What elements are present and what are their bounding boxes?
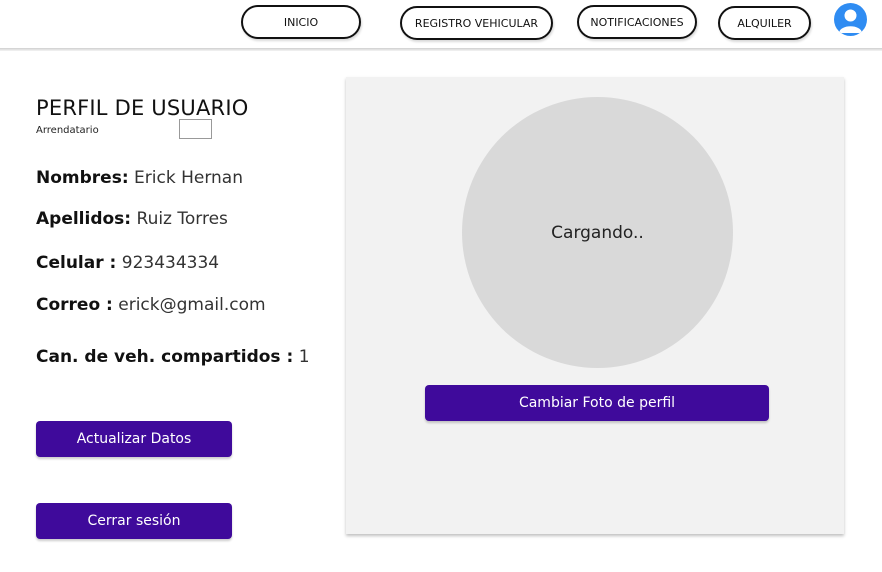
field-vehiculos-compartidos-label: Can. de veh. compartidos : [36,347,294,367]
user-avatar-icon[interactable] [834,3,867,36]
field-celular: Celular : 923434334 [36,253,219,273]
nav-inicio-button[interactable]: INICIO [241,5,361,39]
change-photo-button[interactable]: Cambiar Foto de perfil [425,385,769,421]
field-apellidos-value: Ruiz Torres [136,209,228,229]
nav-alquiler-button[interactable]: ALQUILER [718,6,811,40]
page-title: PERFIL DE USUARIO [36,96,249,120]
profile-photo-placeholder: Cargando.. [462,97,733,368]
nav-notificaciones-button[interactable]: NOTIFICACIONES [577,5,697,39]
field-celular-value: 923434334 [121,253,220,273]
field-vehiculos-compartidos: Can. de veh. compartidos : 1 [36,347,310,367]
update-data-button[interactable]: Actualizar Datos [36,421,232,457]
role-box [179,119,212,139]
field-nombres: Nombres: Erick Hernan [36,168,243,188]
field-celular-label: Celular : [36,253,117,273]
field-correo-value: erick@gmail.com [118,295,266,315]
user-role-label: Arrendatario [36,125,99,136]
field-vehiculos-compartidos-value: 1 [298,347,310,367]
logout-button[interactable]: Cerrar sesión [36,503,232,539]
top-navbar: INICIO REGISTRO VEHICULAR NOTIFICACIONES… [0,0,882,51]
field-apellidos-label: Apellidos: [36,209,132,229]
nav-registro-vehicular-button[interactable]: REGISTRO VEHICULAR [400,6,553,40]
field-correo-label: Correo : [36,295,113,315]
field-nombres-label: Nombres: [36,168,129,188]
field-correo: Correo : erick@gmail.com [36,295,266,315]
field-nombres-value: Erick Hernan [134,168,243,188]
field-apellidos: Apellidos: Ruiz Torres [36,209,228,229]
photo-loading-text: Cargando.. [551,222,644,243]
navbar-divider [0,48,882,51]
